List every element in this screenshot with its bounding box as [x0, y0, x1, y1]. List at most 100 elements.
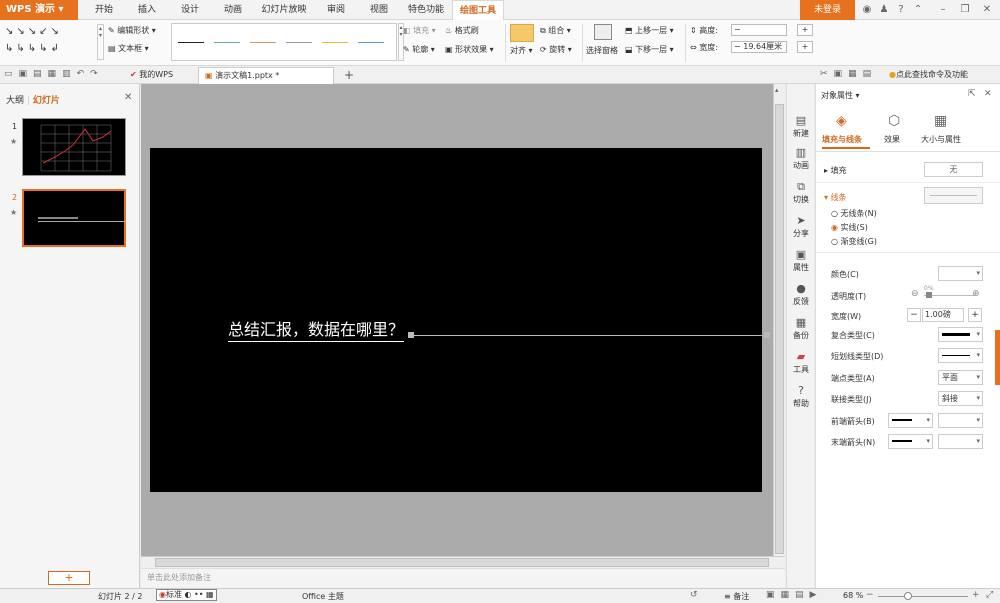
scroll-up-icon[interactable]: ▴	[775, 86, 779, 94]
recover-icon[interactable]: ↺	[690, 590, 698, 600]
zoom-slider[interactable]	[878, 596, 968, 597]
vertical-scrollbar[interactable]: ▴	[773, 84, 785, 568]
outline-button[interactable]: ✎ 轮廓 ▾	[403, 43, 435, 57]
notes-field[interactable]: 单击此处添加备注	[141, 568, 785, 588]
tab-design[interactable]: 设计	[176, 0, 204, 20]
pin-icon[interactable]: ⇱	[968, 89, 976, 99]
properties-title[interactable]: 对象属性 ▾	[821, 90, 860, 101]
print-icon[interactable]: ▦	[48, 69, 63, 79]
begin-arrow-style[interactable]	[888, 413, 933, 428]
join-dropdown[interactable]: 斜接	[938, 391, 983, 406]
color-dropdown[interactable]	[938, 266, 983, 281]
undo-icon[interactable]: ↶	[77, 69, 91, 79]
fill-section[interactable]: ▸ 填充	[824, 165, 847, 176]
end-arrow-style[interactable]	[888, 434, 933, 449]
fill-button[interactable]: ◧ 填充 ▾	[403, 24, 436, 38]
tab-review[interactable]: 审阅	[322, 0, 350, 20]
login-button[interactable]: 未登录	[800, 0, 855, 20]
selected-line[interactable]	[408, 335, 767, 336]
line-style-black[interactable]	[178, 42, 204, 43]
menu-more-icon[interactable]: ⌃	[911, 3, 925, 17]
radio-no-line[interactable]: ○ 无线条(N)	[831, 208, 877, 219]
align-button[interactable]: 对齐 ▾	[510, 44, 533, 58]
tab-home[interactable]: 开始	[90, 0, 118, 20]
transparency-thumb[interactable]	[926, 292, 932, 298]
command-search[interactable]: ●点此查找命令及功能	[889, 69, 968, 80]
input-method[interactable]: ◉标准 ◐ •• ▦	[156, 589, 217, 601]
horizontal-scrollbar[interactable]	[141, 556, 785, 568]
tool-icon[interactable]: ✂	[820, 69, 834, 79]
line-style-yellow[interactable]	[322, 42, 348, 43]
app-menu-button[interactable]: WPS 演示 ▾	[0, 0, 78, 20]
width-decrease-button[interactable]: −	[907, 308, 921, 322]
reading-view-icon[interactable]: ▤	[795, 590, 810, 600]
share-button[interactable]: ➤ 分享	[787, 214, 815, 246]
animation-button[interactable]: ▥ 动画	[787, 146, 815, 178]
textbox-button[interactable]: ▤ 文本框 ▾	[108, 42, 149, 56]
help-icon[interactable]: ?	[894, 3, 908, 17]
line-width-input[interactable]: 1.00磅	[922, 308, 964, 322]
zoom-in-icon[interactable]: +	[972, 590, 980, 600]
begin-arrow-size[interactable]	[938, 413, 983, 428]
properties-button[interactable]: ▣ 属性	[787, 248, 815, 280]
tab-document[interactable]: ▣ 演示文稿1.pptx *	[198, 67, 334, 84]
restore-icon[interactable]: ❐	[958, 3, 972, 17]
hscroll-thumb[interactable]	[155, 558, 769, 567]
zoom-thumb[interactable]	[904, 592, 912, 600]
add-slide-button[interactable]: +	[48, 571, 90, 585]
redo-icon[interactable]: ↷	[90, 69, 104, 79]
close-icon[interactable]: ✕	[980, 3, 994, 17]
zoom-out-icon[interactable]: −	[866, 590, 874, 600]
slide-title-text[interactable]: 总结汇报，数据在哪里？	[228, 316, 405, 342]
send-backward-button[interactable]: ⬓ 下移一层 ▾	[625, 43, 674, 57]
shirt-icon[interactable]: ♟	[877, 3, 891, 17]
line-style-gallery[interactable]	[171, 23, 397, 61]
slide-thumbnail-2[interactable]	[22, 189, 126, 247]
tab-outline[interactable]: 大纲	[6, 96, 24, 106]
slide-canvas[interactable]: 总结汇报，数据在哪里？	[150, 148, 770, 492]
save-icon[interactable]: ▣	[19, 69, 34, 79]
bring-forward-button[interactable]: ⬒ 上移一层 ▾	[625, 24, 674, 38]
width-increase-button[interactable]: +	[797, 41, 813, 53]
cap-dropdown[interactable]: 平面	[938, 370, 983, 385]
fill-value[interactable]: 无	[924, 162, 983, 177]
tab-slides[interactable]: 幻灯片	[33, 96, 60, 106]
chart-icon[interactable]: ▤	[863, 69, 878, 79]
width-increase-button[interactable]: +	[968, 308, 982, 322]
end-arrow-size[interactable]	[938, 434, 983, 449]
close-panel-icon[interactable]: ✕	[984, 89, 992, 99]
transparency-decrease[interactable]: ⊖	[911, 289, 919, 299]
tab-effect[interactable]: 效果	[884, 134, 900, 145]
tools-button[interactable]: ▰ 工具	[787, 350, 815, 382]
selection-pane-button[interactable]: 选择窗格	[586, 44, 618, 58]
fit-window-icon[interactable]: ⤢	[986, 590, 993, 600]
grid-icon[interactable]: ▦	[848, 69, 863, 79]
transition-button[interactable]: ⧉ 切换	[787, 180, 815, 212]
scroll-thumb[interactable]	[775, 104, 784, 554]
line-style-blue[interactable]	[214, 42, 240, 43]
rotate-button[interactable]: ⟳ 旋转 ▾	[540, 43, 572, 57]
height-input[interactable]: −	[731, 24, 787, 36]
line-handle[interactable]	[764, 332, 770, 338]
new-button[interactable]: ▤ 新建	[787, 114, 815, 146]
format-painter-button[interactable]: ♨ 格式刷	[445, 24, 479, 38]
line-style-orange[interactable]	[250, 42, 276, 43]
height-increase-button[interactable]: +	[797, 24, 813, 36]
transparency-increase[interactable]: ⊕	[972, 289, 980, 299]
notes-button[interactable]: ≡ 备注	[724, 591, 749, 602]
arrow-shape-icon[interactable]: ↘↘↘↙↘	[5, 26, 62, 37]
open-icon[interactable]: ▭	[4, 69, 19, 79]
tab-size-props[interactable]: 大小与属性	[921, 134, 961, 145]
normal-view-icon[interactable]: ▣	[766, 590, 781, 600]
line-preview[interactable]	[924, 187, 983, 204]
shape-gallery[interactable]: ↘↘↘↙↘ ↳↳↳↳↲	[5, 23, 95, 59]
slide-thumbnail-1[interactable]	[22, 118, 126, 176]
preview-icon[interactable]: ▥	[62, 69, 77, 79]
export-icon[interactable]: ▤	[33, 69, 48, 79]
tab-fill-line[interactable]: 填充与线条	[822, 134, 862, 145]
tab-mywps[interactable]: ✔ 我的WPS	[124, 67, 179, 84]
panel-collapse-handle[interactable]	[995, 330, 1000, 385]
feedback-button[interactable]: ● 反馈	[787, 282, 815, 314]
group-button[interactable]: ⧉ 组合 ▾	[540, 24, 571, 38]
dash-dropdown[interactable]	[938, 348, 983, 363]
